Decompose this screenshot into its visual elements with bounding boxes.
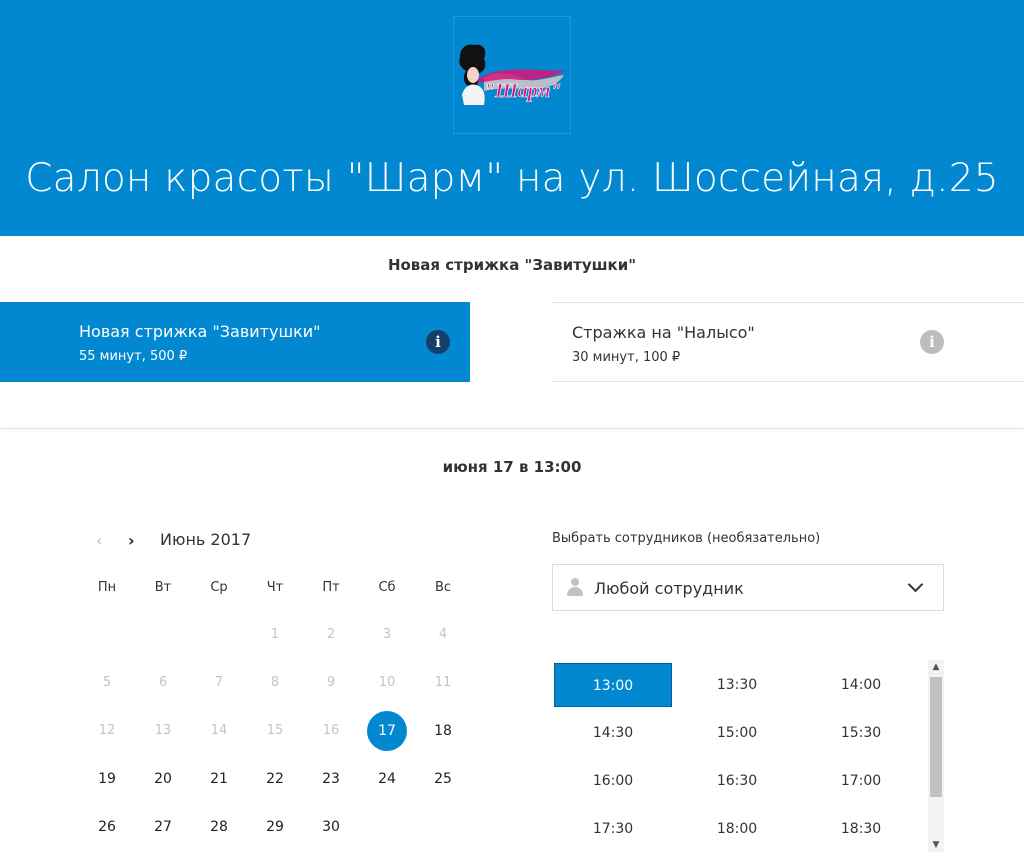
calendar-day: 11 xyxy=(434,675,452,690)
scrollbar-thumb[interactable] xyxy=(930,677,942,797)
service-card-zavitushki[interactable]: Новая стрижка "Завитушки" 55 минут, 500 … xyxy=(0,302,470,382)
service-card-nalyso[interactable]: Стражка на "Налысо" 30 минут, 100 ₽ i xyxy=(552,302,1024,382)
service-duration-price: 55 минут, 500 ₽ xyxy=(79,349,188,364)
staff-select[interactable]: Любой сотрудник xyxy=(552,564,944,611)
weekday-header: Вс xyxy=(434,580,452,595)
calendar-day: 16 xyxy=(322,723,340,738)
time-slot[interactable]: 15:00 xyxy=(678,711,796,755)
calendar-day: 14 xyxy=(210,723,228,738)
section-divider xyxy=(0,428,1024,429)
calendar-day[interactable]: 18 xyxy=(423,711,463,751)
calendar-day: 1 xyxy=(270,627,280,642)
calendar-day[interactable]: 22 xyxy=(255,759,295,799)
next-month-chevron-icon[interactable]: › xyxy=(128,531,135,550)
calendar-day: 5 xyxy=(102,675,112,690)
calendar-month-label: Июнь 2017 xyxy=(160,530,252,549)
calendar-day: 6 xyxy=(158,675,168,690)
weekday-header: Пт xyxy=(322,580,340,595)
logo-text: "Шарм" xyxy=(484,80,561,102)
time-slot[interactable]: 13:30 xyxy=(678,663,796,707)
calendar-day: 7 xyxy=(214,675,224,690)
service-name: Стражка на "Налысо" xyxy=(572,323,755,342)
info-icon[interactable]: i xyxy=(426,330,450,354)
calendar-day[interactable]: 23 xyxy=(311,759,351,799)
calendar-day[interactable]: 25 xyxy=(423,759,463,799)
info-icon[interactable]: i xyxy=(920,330,944,354)
time-slot[interactable]: 17:00 xyxy=(802,759,920,803)
weekday-header: Вт xyxy=(154,580,172,595)
page-title: Салон красоты "Шарм" на ул. Шоссейная, д… xyxy=(25,156,999,201)
selected-datetime: июня 17 в 13:00 xyxy=(442,458,582,476)
calendar-day: 8 xyxy=(270,675,280,690)
chevron-down-icon xyxy=(907,576,924,593)
calendar-day: 15 xyxy=(266,723,284,738)
time-slot[interactable]: 15:30 xyxy=(802,711,920,755)
weekday-header: Пн xyxy=(97,580,117,595)
time-slot[interactable]: 14:30 xyxy=(554,711,672,755)
calendar-day[interactable]: 26 xyxy=(87,807,127,847)
time-slot[interactable]: 18:00 xyxy=(678,807,796,851)
calendar-day: 9 xyxy=(326,675,336,690)
time-slot-selected[interactable]: 13:00 xyxy=(554,663,672,707)
calendar-day[interactable]: 27 xyxy=(143,807,183,847)
prev-month-chevron-icon[interactable]: ‹ xyxy=(96,531,102,550)
service-duration-price: 30 минут, 100 ₽ xyxy=(572,350,681,365)
weekday-header: Ср xyxy=(210,580,228,595)
time-slot-list: 13:00 13:30 14:00 14:30 15:00 15:30 16:00 16:30… xyxy=(552,660,944,852)
calendar-day[interactable]: 19 xyxy=(87,759,127,799)
calendar-day: 12 xyxy=(98,723,116,738)
calendar-day: 10 xyxy=(378,675,396,690)
time-slot[interactable]: 16:30 xyxy=(678,759,796,803)
calendar-day[interactable]: 24 xyxy=(367,759,407,799)
weekday-header: Сб xyxy=(378,580,396,595)
calendar-day[interactable]: 20 xyxy=(143,759,183,799)
weekday-header: Чт xyxy=(266,580,284,595)
calendar-day: 3 xyxy=(382,627,392,642)
calendar-day[interactable]: 28 xyxy=(199,807,239,847)
calendar-day[interactable]: 21 xyxy=(199,759,239,799)
calendar-day: 13 xyxy=(154,723,172,738)
time-slot[interactable]: 17:30 xyxy=(554,807,672,851)
selected-service-heading: Новая стрижка "Завитушки" xyxy=(387,256,637,274)
time-slot[interactable]: 14:00 xyxy=(802,663,920,707)
salon-logo-image: "Шарм" xyxy=(454,17,570,133)
time-slot[interactable]: 16:00 xyxy=(554,759,672,803)
service-name: Новая стрижка "Завитушки" xyxy=(79,322,321,341)
salon-logo: "Шарм" xyxy=(453,16,571,134)
calendar-day-selected[interactable]: 17 xyxy=(367,711,407,751)
scroll-up-arrow-icon[interactable]: ▲ xyxy=(928,662,944,672)
calendar-day: 2 xyxy=(326,627,336,642)
person-icon xyxy=(567,578,583,596)
scroll-down-arrow-icon[interactable]: ▼ xyxy=(928,840,944,850)
time-slot[interactable]: 18:30 xyxy=(802,807,920,851)
calendar-day[interactable]: 29 xyxy=(255,807,295,847)
salon-header: "Шарм" Салон красоты "Шарм" на ул. Шоссе… xyxy=(0,0,1024,236)
staff-label: Выбрать сотрудников (необязательно) xyxy=(552,531,821,546)
calendar-day[interactable]: 30 xyxy=(311,807,351,847)
staff-select-value: Любой сотрудник xyxy=(594,579,744,598)
calendar-day: 4 xyxy=(438,627,448,642)
time-slot-scrollbar[interactable]: ▲ ▼ xyxy=(928,660,944,852)
